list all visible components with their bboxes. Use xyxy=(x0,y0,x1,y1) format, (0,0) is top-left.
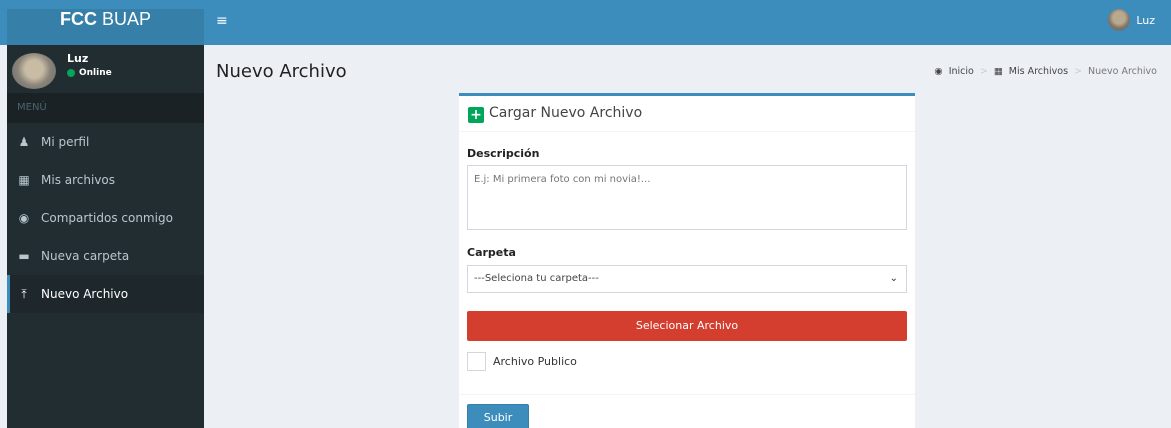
submit-button[interactable]: Subir archivo xyxy=(467,404,529,428)
sidebar-item-label: Compartidos conmigo xyxy=(41,211,173,225)
globe-icon: ◉ xyxy=(18,211,30,225)
avatar xyxy=(12,53,56,89)
status-text: Online xyxy=(79,68,112,78)
breadcrumb-separator: > xyxy=(1074,66,1083,77)
sidebar: Luz Online MENÚ ♟ Mi perfil ▦ Mis archiv… xyxy=(7,45,204,428)
sidebar-user-name: Luz xyxy=(67,52,89,65)
sidebar-menu: ♟ Mi perfil ▦ Mis archivos ◉ Compartidos… xyxy=(7,123,204,313)
menu-header: MENÚ xyxy=(7,93,204,123)
folder-icon: ▬ xyxy=(18,249,30,263)
folder-label: Carpeta xyxy=(467,246,516,259)
description-label: Descripción xyxy=(467,147,540,160)
chevron-down-icon: ⌄ xyxy=(889,273,898,284)
breadcrumb-current: Nuevo Archivo xyxy=(1088,66,1157,77)
breadcrumb-separator: > xyxy=(979,66,988,77)
archive-icon: ▦ xyxy=(993,66,1003,77)
dashboard-icon: ◉ xyxy=(934,66,943,77)
public-checkbox-label: Archivo Publico xyxy=(493,355,577,368)
sidebar-item-compartidos[interactable]: ◉ Compartidos conmigo xyxy=(7,199,204,237)
user-icon: ♟ xyxy=(18,135,30,149)
upload-icon: ⤒ xyxy=(21,286,27,301)
sidebar-item-label: Mis archivos xyxy=(41,173,116,187)
breadcrumb: ◉ Inicio > ▦ Mis Archivos > Nuevo Archiv… xyxy=(934,66,1157,77)
breadcrumb-mis-archivos[interactable]: Mis Archivos xyxy=(1009,66,1068,77)
status-badge: Online xyxy=(67,68,112,78)
hamburger-icon[interactable]: ≡ xyxy=(216,11,228,31)
sidebar-item-nuevo-archivo[interactable]: ⤒ Nuevo Archivo xyxy=(7,275,204,313)
user-menu-name: Luz xyxy=(1136,13,1155,27)
sidebar-item-label: Nueva carpeta xyxy=(41,249,130,263)
archive-icon: ▦ xyxy=(18,173,30,187)
plus-icon: + xyxy=(468,107,484,123)
public-checkbox[interactable] xyxy=(467,352,486,371)
online-dot-icon xyxy=(67,69,75,77)
footer-divider xyxy=(459,394,915,395)
select-file-button[interactable]: Selecionar Archivo xyxy=(467,311,907,341)
avatar xyxy=(1108,9,1131,31)
sidebar-item-label: Nuevo Archivo xyxy=(41,287,129,301)
app-logo[interactable]: FCC BUAP xyxy=(7,9,204,31)
logo-rest: BUAP xyxy=(96,9,152,29)
folder-select-value: ---Seleciona tu carpeta--- xyxy=(474,273,599,284)
box-title: Cargar Nuevo Archivo xyxy=(489,105,643,121)
sidebar-item-nueva-carpeta[interactable]: ▬ Nueva carpeta xyxy=(7,237,204,275)
folder-select[interactable]: ---Seleciona tu carpeta--- ⌄ xyxy=(467,265,907,293)
description-field[interactable] xyxy=(467,165,907,230)
page-title: Nuevo Archivo xyxy=(216,61,347,82)
breadcrumb-inicio[interactable]: Inicio xyxy=(949,66,974,77)
sidebar-item-mi-perfil[interactable]: ♟ Mi perfil xyxy=(7,123,204,161)
box-header: + Cargar Nuevo Archivo xyxy=(459,96,915,132)
sidebar-item-label: Mi perfil xyxy=(41,135,90,149)
sidebar-item-mis-archivos[interactable]: ▦ Mis archivos xyxy=(7,161,204,199)
upload-form-box: + Cargar Nuevo Archivo Descripción Carpe… xyxy=(459,93,915,428)
logo-bold: FCC xyxy=(59,9,97,29)
user-panel: Luz Online xyxy=(7,45,204,93)
user-menu[interactable]: Luz xyxy=(1108,9,1155,31)
